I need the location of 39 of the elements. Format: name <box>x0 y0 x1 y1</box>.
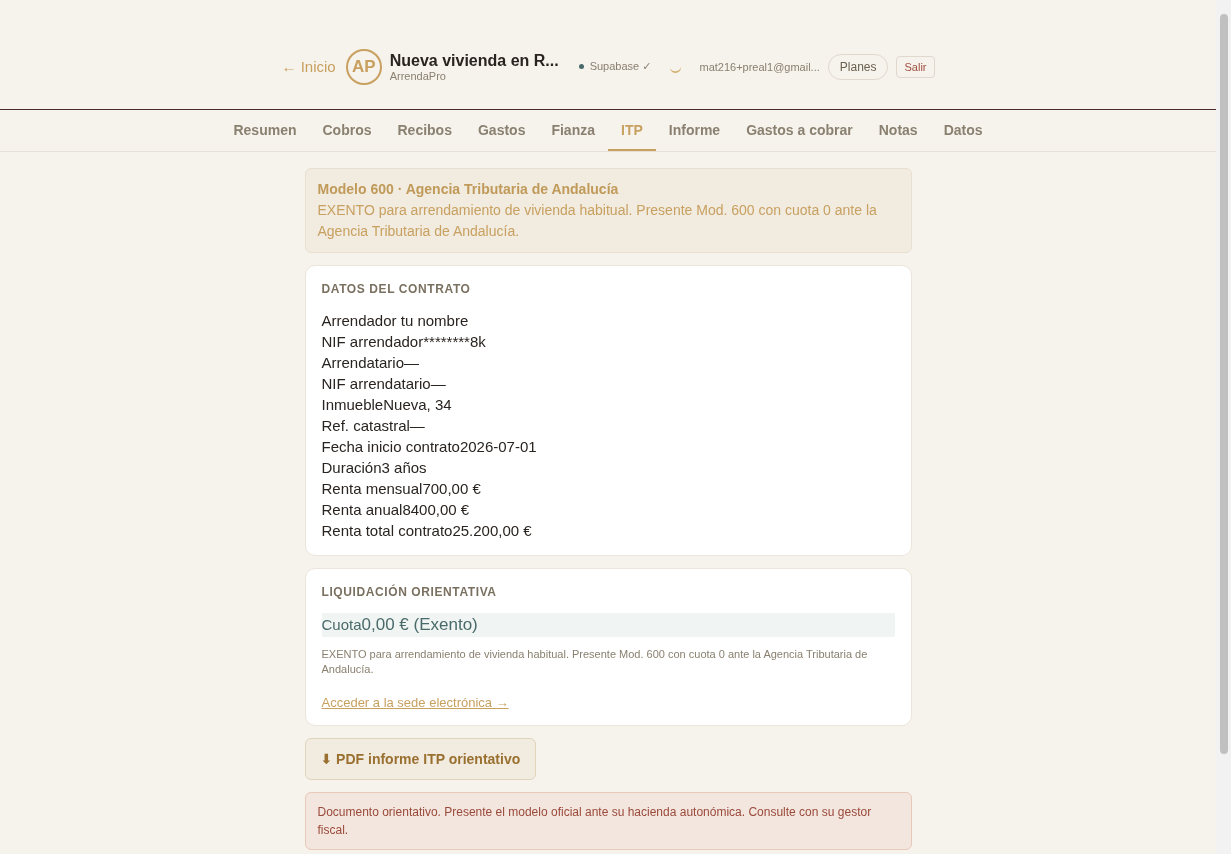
pdf-download-button[interactable]: ⬇ PDF informe ITP orientativo <box>304 738 537 780</box>
contract-field: NIF arrendatario— <box>321 373 895 394</box>
scrollbar[interactable] <box>1216 0 1231 854</box>
disclaimer-banner: Documento orientativo. Presente el modelo oficial ante su hacienda autonómica. Consulte con su gestor fiscal. <box>304 792 912 850</box>
nav-tab[interactable]: Cobros <box>309 110 385 151</box>
nav-tab[interactable]: Informe <box>655 110 734 151</box>
contract-field: Duración3 años <box>321 457 895 478</box>
app-name: ArrendaPro <box>389 69 446 82</box>
contract-field: Renta mensual700,00 € <box>321 478 895 499</box>
contract-field: Arrendador tu nombre <box>321 310 895 331</box>
contract-field: Ref. catastral— <box>321 415 895 436</box>
fee-row: Cuota0,00 € (Exento) <box>321 613 895 637</box>
notice-title: Modelo 600 · Agencia Tributaria de Andalucía <box>317 181 620 197</box>
contract-field: Renta total contrato25.200,00 € <box>321 520 895 541</box>
sede-link[interactable]: Acceder a la sede electrónica → <box>321 695 509 710</box>
plans-button[interactable]: Planes <box>827 53 889 80</box>
nav-tab[interactable]: Gastos a cobrar <box>733 110 866 151</box>
nav-tab[interactable]: Notas <box>865 110 931 151</box>
sync-status: Supabase ✓ <box>589 60 652 73</box>
contract-field: InmuebleNueva, 34 <box>321 394 895 415</box>
logout-button[interactable]: Salir <box>896 55 935 78</box>
avatar: AP <box>345 48 382 85</box>
nav-tab[interactable]: Gastos <box>464 110 539 151</box>
nav-tab[interactable]: Fianza <box>538 110 608 151</box>
section-heading: DATOS DEL CONTRATO <box>321 282 472 296</box>
section-heading: LIQUIDACIÓN ORIENTATIVA <box>321 585 498 599</box>
contract-field: NIF arrendador********8k <box>321 331 895 352</box>
exemption-note: EXENTO para arrendamiento de vivienda habitual. Presente Mod. 600 con cuota 0 ante la Agencia Tributaria de Andalucía. <box>321 647 869 677</box>
nav-tab[interactable]: ITP <box>608 110 656 151</box>
notice-text: EXENTO para arrendamiento de vivienda habitual. Presente Mod. 600 con cuota 0 ante la Agencia Tributaria de Andalucía. <box>317 201 878 241</box>
back-link[interactable]: ← Inicio <box>281 58 336 75</box>
user-email: mat216+preal1@gmail... <box>699 60 820 73</box>
contract-field: Fecha inicio contrato2026-07-01 <box>321 436 895 457</box>
contract-field: Arrendatario— <box>321 352 895 373</box>
property-title: Nueva vivienda en R... <box>389 51 559 70</box>
nav-tab[interactable]: Recibos <box>384 110 465 151</box>
nav-tab[interactable]: Datos <box>930 110 996 151</box>
contract-field: Renta anual8400,00 € <box>321 499 895 520</box>
nav-tab[interactable]: Resumen <box>220 110 310 151</box>
